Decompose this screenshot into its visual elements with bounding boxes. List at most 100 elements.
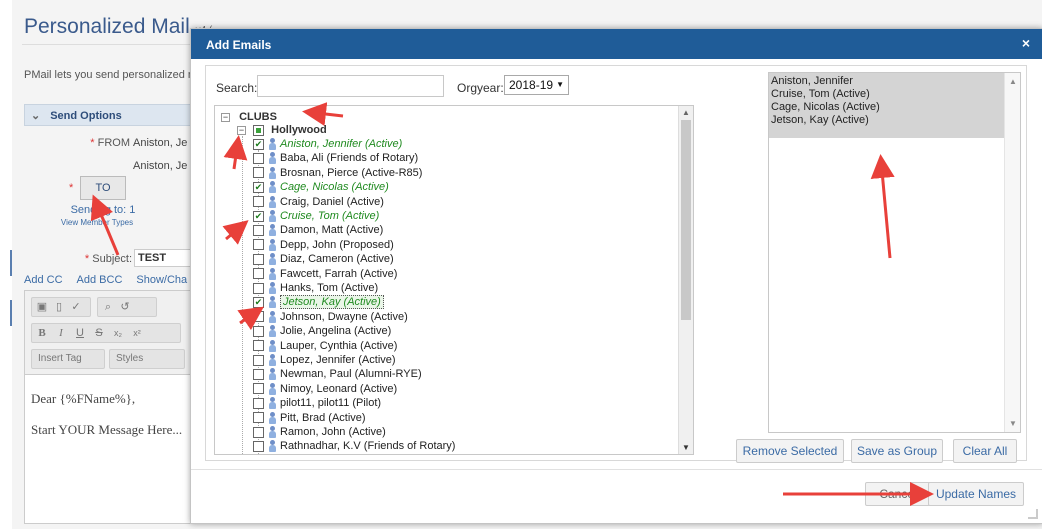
tree-member[interactable]: Rathnadhar, K.V (Friends of Rotary): [253, 439, 455, 453]
tree-member[interactable]: Cage, Nicolas (Active): [253, 180, 389, 194]
tree-member[interactable]: Baba, Ali (Friends of Rotary): [253, 151, 418, 165]
collapse-icon[interactable]: −: [237, 125, 246, 135]
tree-member[interactable]: Jolie, Angelina (Active): [253, 324, 391, 338]
tree-club-hollywood[interactable]: − Hollywood: [237, 123, 327, 137]
resize-handle-icon[interactable]: [1028, 509, 1038, 519]
tree-member[interactable]: Hanks, Tom (Active): [253, 281, 378, 295]
member-checkbox[interactable]: [253, 196, 264, 208]
tree-member[interactable]: Depp, John (Proposed): [253, 238, 394, 252]
tree-member[interactable]: Lopez, Jennifer (Active): [253, 353, 396, 367]
member-checkbox[interactable]: [253, 325, 264, 337]
member-name: Diaz, Cameron (Active): [280, 253, 394, 266]
italic-icon[interactable]: I: [54, 326, 68, 340]
member-checkbox[interactable]: [253, 167, 264, 179]
dialog-header: Add Emails ×: [191, 29, 1042, 59]
from-value[interactable]: Aniston, Je: [133, 137, 187, 149]
tree-member[interactable]: Fawcett, Farrah (Active): [253, 267, 397, 281]
selected-name[interactable]: Aniston, Jennifer: [771, 75, 853, 87]
to-button[interactable]: * TO: [69, 176, 126, 200]
selected-scrollbar[interactable]: ▲ ▼: [1004, 73, 1020, 432]
superscript-icon[interactable]: x²: [130, 326, 144, 340]
tree-member[interactable]: Johnson, Dwayne (Active): [253, 310, 408, 324]
message-editor[interactable]: ▣ ▯ ✓ ⌕ ↺ B I U S x₂ x² Insert Tag Style…: [24, 290, 192, 524]
save-icon[interactable]: ▣: [35, 300, 49, 314]
scroll-up-icon[interactable]: ▲: [1009, 77, 1017, 86]
tree-member[interactable]: Lauper, Cynthia (Active): [253, 339, 397, 353]
subject-input[interactable]: TEST: [134, 249, 192, 267]
tree-member[interactable]: Jetson, Kay (Active): [253, 295, 384, 310]
person-icon: [268, 296, 277, 309]
spellcheck-icon[interactable]: ✓: [69, 300, 83, 314]
member-checkbox[interactable]: [253, 354, 264, 366]
member-checkbox[interactable]: [253, 181, 264, 193]
close-icon[interactable]: ×: [1022, 35, 1030, 51]
scroll-thumb[interactable]: [681, 120, 691, 320]
update-names-button[interactable]: Update Names: [928, 482, 1024, 506]
scroll-down-icon[interactable]: ▼: [1009, 419, 1017, 428]
subscript-icon[interactable]: x₂: [111, 326, 125, 340]
new-doc-icon[interactable]: ▯: [52, 300, 66, 314]
bold-icon[interactable]: B: [35, 326, 49, 340]
member-checkbox[interactable]: [253, 397, 264, 409]
member-checkbox[interactable]: [253, 253, 264, 265]
scroll-down-icon[interactable]: ▼: [682, 443, 690, 452]
selected-names-listbox[interactable]: Aniston, Jennifer Cruise, Tom (Active) C…: [768, 72, 1021, 433]
member-checkbox[interactable]: [253, 412, 264, 424]
insert-tag-dropdown[interactable]: Insert Tag: [31, 349, 105, 369]
selected-name[interactable]: Jetson, Kay (Active): [771, 114, 869, 126]
club-checkbox[interactable]: [253, 124, 265, 136]
member-checkbox[interactable]: [253, 296, 264, 308]
send-options-header[interactable]: ⌄ Send Options: [24, 104, 192, 126]
member-checkbox[interactable]: [253, 440, 264, 452]
save-as-group-button[interactable]: Save as Group: [851, 439, 943, 463]
member-checkbox[interactable]: [253, 311, 264, 323]
tree-member[interactable]: pilot11, pilot11 (Pilot): [253, 396, 381, 410]
tree-member[interactable]: Diaz, Cameron (Active): [253, 252, 394, 266]
tree-member[interactable]: Nimoy, Leonard (Active): [253, 382, 397, 396]
styles-dropdown[interactable]: Styles: [109, 349, 185, 369]
add-bcc-link[interactable]: Add BCC: [77, 274, 123, 286]
cancel-button[interactable]: Cancel: [865, 482, 931, 506]
member-checkbox[interactable]: [253, 426, 264, 438]
find-icon[interactable]: ⌕: [101, 300, 115, 314]
tree-member[interactable]: Damon, Matt (Active): [253, 223, 383, 237]
selected-name[interactable]: Cruise, Tom (Active): [771, 88, 870, 100]
clear-all-button[interactable]: Clear All: [953, 439, 1017, 463]
collapse-icon[interactable]: −: [221, 112, 230, 122]
member-checkbox[interactable]: [253, 224, 264, 236]
remove-selected-button[interactable]: Remove Selected: [736, 439, 844, 463]
send-options-label: Send Options: [50, 110, 122, 122]
show-change-link[interactable]: Show/Cha: [136, 274, 187, 286]
member-checkbox[interactable]: [253, 138, 264, 150]
member-checkbox[interactable]: [253, 268, 264, 280]
member-name: Ramon, John (Active): [280, 426, 386, 438]
tree-member[interactable]: Ramon, John (Active): [253, 425, 386, 439]
member-checkbox[interactable]: [253, 152, 264, 164]
member-checkbox[interactable]: [253, 368, 264, 380]
member-name: Pitt, Brad (Active): [280, 411, 366, 424]
search-input[interactable]: [257, 75, 444, 97]
member-checkbox[interactable]: [253, 282, 264, 294]
member-checkbox[interactable]: [253, 340, 264, 352]
member-checkbox[interactable]: [253, 239, 264, 251]
replace-icon[interactable]: ↺: [118, 300, 132, 314]
scroll-up-icon[interactable]: ▲: [682, 108, 690, 117]
tree-member[interactable]: Brosnan, Pierce (Active-R85): [253, 166, 422, 180]
tree-member[interactable]: Craig, Daniel (Active): [253, 195, 384, 209]
tree-member[interactable]: Pitt, Brad (Active): [253, 411, 366, 425]
view-member-types-link[interactable]: View Member Types: [42, 218, 152, 227]
tree-member[interactable]: Newman, Paul (Alumni-RYE): [253, 367, 422, 381]
selected-name[interactable]: Cage, Nicolas (Active): [771, 101, 880, 113]
add-cc-link[interactable]: Add CC: [24, 274, 63, 286]
person-icon: [268, 339, 277, 352]
tree-member[interactable]: Cruise, Tom (Active): [253, 209, 379, 223]
tree-root-clubs[interactable]: − CLUBS: [221, 110, 277, 124]
orgyear-select[interactable]: 2018-19 ▼: [504, 75, 569, 95]
tree-member[interactable]: Aniston, Jennifer (Active): [253, 137, 402, 151]
strikethrough-icon[interactable]: S: [92, 326, 106, 340]
person-icon: [268, 282, 277, 295]
member-checkbox[interactable]: [253, 210, 264, 222]
tree-scrollbar[interactable]: ▲ ▼: [678, 106, 693, 454]
member-checkbox[interactable]: [253, 383, 264, 395]
underline-icon[interactable]: U: [73, 326, 87, 340]
